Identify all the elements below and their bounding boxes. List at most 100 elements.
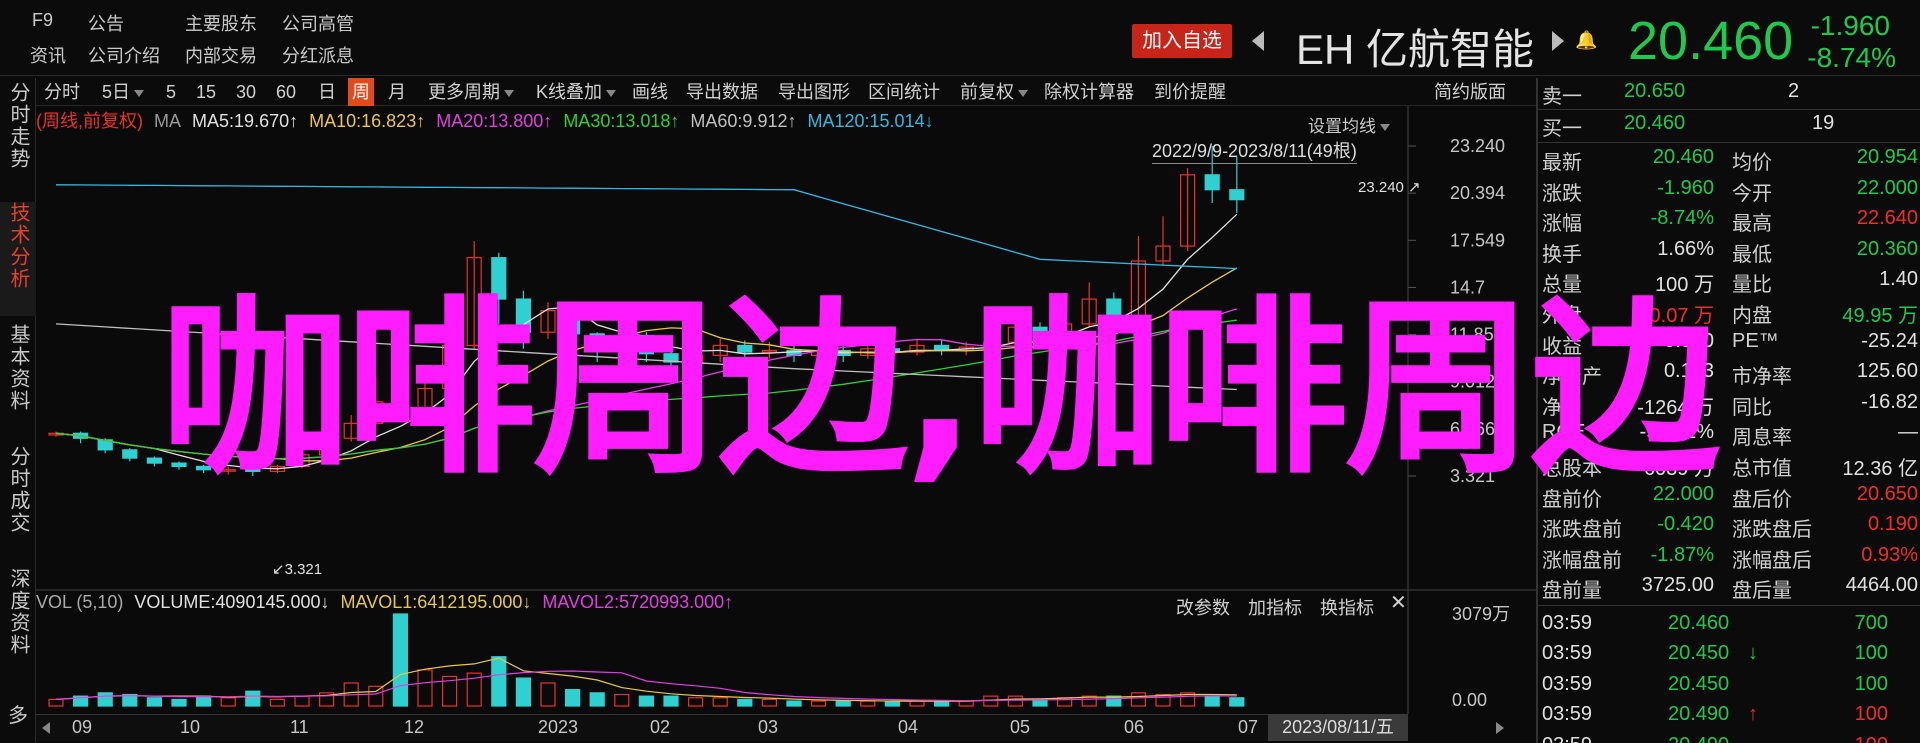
- mavol1-line: [55, 657, 1237, 702]
- more-periods-label: 更多周期: [428, 82, 500, 102]
- stat-label: 量比: [1732, 274, 1772, 297]
- insider-trading-link[interactable]: 内部交易: [185, 42, 257, 68]
- stat-label: 涨跌: [1542, 182, 1582, 205]
- scroll-right-icon[interactable]: [1496, 722, 1504, 734]
- period-60min[interactable]: 60: [276, 78, 296, 106]
- stat-label: 最新: [1542, 152, 1582, 174]
- period-month[interactable]: 月: [388, 78, 406, 106]
- tab-trades-label: 分时成交: [7, 446, 29, 534]
- executives-link[interactable]: 公司高管: [282, 10, 354, 36]
- tick-time: 03:59: [1542, 734, 1592, 743]
- volume-bar: [146, 697, 163, 707]
- period-day[interactable]: 日: [318, 78, 336, 106]
- stat-label: 最低: [1732, 243, 1772, 266]
- y-tick-label: 17.549: [1450, 230, 1505, 250]
- more-periods[interactable]: 更多周期: [428, 78, 514, 106]
- tab-more[interactable]: 多: [0, 702, 36, 730]
- stat-value: 20.360: [1856, 237, 1918, 260]
- volume-bar: [909, 700, 925, 707]
- export-data[interactable]: 导出数据: [686, 78, 758, 106]
- price-change-pct: -8.74%: [1807, 42, 1896, 73]
- add-indicator-button[interactable]: 加指标: [1248, 594, 1302, 620]
- simple-layout[interactable]: 简约版面: [1434, 78, 1506, 106]
- tab-depth[interactable]: 深度资料: [0, 568, 36, 664]
- stat-label: PE™: [1732, 329, 1779, 352]
- ex-rights-calculator[interactable]: 除权计算器: [1044, 78, 1134, 106]
- period-5day[interactable]: 5日: [102, 78, 145, 106]
- stat-label: 今开: [1732, 182, 1772, 205]
- stat-value: 0.190: [1867, 513, 1918, 536]
- stat-value: 3725.00: [1641, 574, 1714, 597]
- tick-volume: 700: [1854, 612, 1888, 634]
- x-axis: 09 10 11 12 2023 02 03 04 05 06 07: [36, 714, 1408, 741]
- stat-value: -1.960: [1657, 176, 1714, 199]
- range-stats[interactable]: 区间统计: [868, 78, 940, 106]
- stat-value: 4464.00: [1845, 574, 1918, 597]
- add-watchlist-button[interactable]: 加入自选: [1132, 24, 1232, 58]
- tick-arrow: ↓: [1748, 642, 1758, 665]
- prev-stock-icon[interactable]: [1252, 31, 1264, 51]
- stat-label: 周息率: [1732, 427, 1792, 450]
- draw-line[interactable]: 画线: [632, 78, 668, 106]
- f9-link[interactable]: F9: [32, 10, 53, 31]
- tick-arrow: ↑: [1748, 703, 1758, 726]
- volume-value: VOLUME:4090145.000↓: [134, 592, 330, 612]
- switch-indicator-button[interactable]: 换指标: [1320, 594, 1374, 620]
- stat-row: 盘前量 3725.00 盘后量 4464.00: [1538, 574, 1920, 604]
- close-icon[interactable]: ✕: [1390, 590, 1407, 615]
- volume-bar: [1229, 697, 1245, 707]
- major-shareholders-link[interactable]: 主要股东: [185, 10, 257, 36]
- volume-bar: [269, 698, 285, 707]
- stat-value: 125.60: [1856, 360, 1918, 383]
- candle-down: [122, 449, 138, 459]
- volume-bar: [392, 613, 408, 707]
- mavol2-value: MAVOL2:5720993.000↑: [542, 592, 734, 612]
- announcement-link[interactable]: 公告: [88, 10, 124, 36]
- alert-bell-icon[interactable]: 🔔: [1575, 30, 1597, 51]
- kline-overlay[interactable]: K线叠加: [536, 78, 617, 106]
- price-alert[interactable]: 到价提醒: [1154, 78, 1226, 106]
- scroll-left-icon[interactable]: [42, 722, 50, 734]
- period-week[interactable]: 周: [348, 78, 374, 106]
- vol-legend: VOL (5,10) VOLUME:4090145.000↓ MAVOL1:64…: [36, 592, 739, 613]
- tab-technical[interactable]: 技术分析: [0, 202, 36, 316]
- period-5min[interactable]: 5: [166, 78, 176, 106]
- low-marker: ↙3.321: [272, 561, 322, 578]
- overlay-watermark-text: 咖啡周边,咖啡周边: [160, 279, 1720, 500]
- tab-trades[interactable]: 分时成交: [0, 446, 36, 542]
- dividend-link[interactable]: 分红派息: [282, 42, 354, 68]
- bid1-label: 买一: [1542, 118, 1582, 140]
- next-stock-icon[interactable]: [1552, 31, 1564, 51]
- stat-value: 1.66%: [1657, 237, 1714, 260]
- tick-time: 03:59: [1542, 672, 1593, 695]
- adjust-mode[interactable]: 前复权: [960, 78, 1028, 106]
- company-intro-link[interactable]: 公司介绍: [88, 42, 160, 68]
- ask1-row: 卖一 20.650 2: [1538, 80, 1920, 110]
- volume-bar: [417, 669, 433, 707]
- stat-label: 涨跌盘后: [1732, 519, 1812, 542]
- x-label: 07: [1238, 717, 1259, 737]
- period-30min[interactable]: 30: [236, 78, 256, 106]
- period-intraday[interactable]: 分时: [44, 78, 80, 106]
- tab-fundamentals[interactable]: 基本资料: [0, 324, 36, 420]
- edit-params-button[interactable]: 改参数: [1176, 594, 1230, 620]
- stat-label: 涨跌盘前: [1542, 519, 1622, 542]
- stat-row: 涨跌盘前 -0.420 涨跌盘后 0.190: [1538, 513, 1920, 543]
- chevron-down-icon: [504, 89, 514, 97]
- volume-bar: [614, 693, 630, 707]
- stat-row: 涨幅盘前 -1.87% 涨幅盘后 0.93%: [1538, 544, 1920, 574]
- export-image[interactable]: 导出图形: [778, 78, 850, 106]
- stat-value: 49.95 万: [1842, 305, 1918, 327]
- volume-bar: [958, 700, 974, 707]
- period-15min[interactable]: 15: [196, 78, 216, 106]
- cursor-date: 2023/08/11/五: [1268, 714, 1408, 741]
- tab-intraday[interactable]: 分时走势: [0, 82, 36, 178]
- news-link[interactable]: 资讯: [30, 42, 66, 68]
- chart-toolbar: 分时 5日 5 15 30 60 日 周 月 更多周期 K线叠加 画线 导出数据…: [36, 78, 1540, 106]
- tick-price: 20.450: [1668, 642, 1730, 665]
- x-label: 2023: [538, 717, 579, 737]
- volume-bar: [761, 698, 778, 707]
- stat-value: -0.420: [1657, 513, 1714, 536]
- stat-value: 20.460: [1652, 146, 1714, 168]
- x-label: 02: [650, 717, 671, 737]
